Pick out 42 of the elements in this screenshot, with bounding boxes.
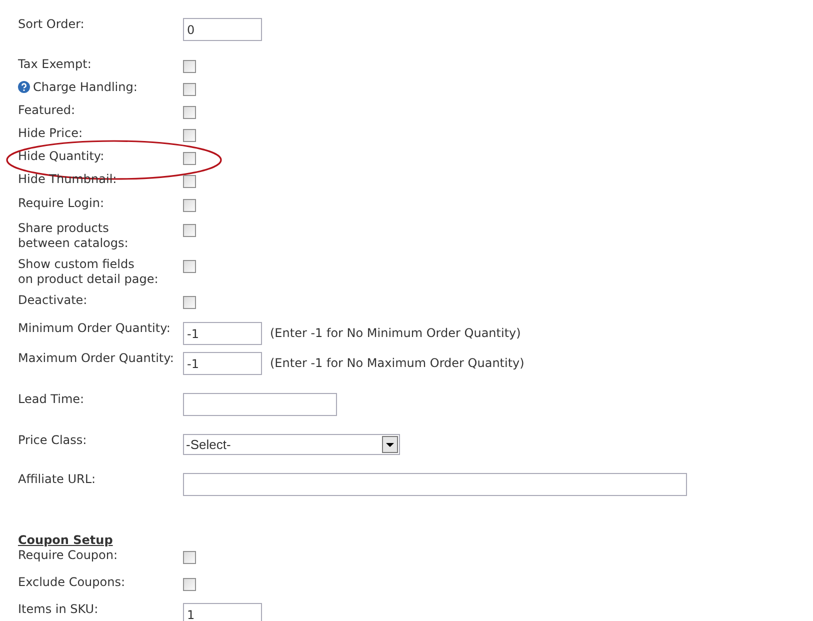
checkbox[interactable]	[183, 83, 196, 96]
checkbox[interactable]	[183, 129, 196, 142]
hint-text: (Enter -1 for No Maximum Order Quantity)	[270, 355, 524, 372]
field-label: Maximum Order Quantity:	[18, 351, 174, 366]
field-label: Tax Exempt:	[18, 57, 92, 72]
field-label: Exclude Coupons:	[18, 575, 126, 590]
field-label: Featured:	[18, 103, 76, 118]
field-label: Price Class:	[18, 433, 87, 448]
field-label: Require Login:	[18, 196, 104, 211]
text-field[interactable]: 0	[183, 18, 262, 41]
checkbox[interactable]	[183, 106, 196, 119]
field-label: Hide Price:	[18, 126, 82, 141]
help-icon[interactable]	[18, 81, 30, 93]
checkbox[interactable]	[183, 578, 196, 591]
checkbox[interactable]	[183, 175, 196, 188]
field-label: Items in SKU:	[18, 602, 98, 617]
text-field[interactable]: -1	[183, 352, 262, 375]
hint-text: (Enter -1 for No Minimum Order Quantity)	[270, 325, 521, 342]
field-label: Sort Order:	[18, 17, 84, 32]
field-label: Minimum Order Quantity:	[18, 321, 170, 336]
checkbox[interactable]	[183, 152, 196, 165]
field-label: Show custom fields on product detail page:	[18, 257, 158, 287]
checkbox[interactable]	[183, 296, 196, 309]
field-label: Charge Handling:	[33, 80, 138, 95]
field-label: Deactivate:	[18, 293, 88, 308]
checkbox[interactable]	[183, 224, 196, 237]
field-label: Affiliate URL:	[18, 472, 96, 487]
text-field[interactable]	[183, 393, 337, 416]
field-label: Hide Quantity:	[18, 149, 104, 164]
caret-icon	[382, 436, 398, 453]
checkbox[interactable]	[183, 260, 196, 273]
text-field[interactable]	[183, 473, 687, 496]
checkbox[interactable]	[183, 551, 196, 564]
checkbox[interactable]	[183, 60, 196, 73]
text-field[interactable]: 1	[183, 603, 262, 621]
text-field[interactable]: -1	[183, 322, 262, 345]
field-label: Require Coupon:	[18, 548, 118, 563]
field-label: Lead Time:	[18, 392, 84, 407]
section-heading: Coupon Setup	[18, 533, 113, 548]
select-dropdown[interactable]: -Select-	[183, 434, 400, 455]
checkbox[interactable]	[183, 199, 196, 212]
field-label: Share products between catalogs:	[18, 221, 128, 251]
